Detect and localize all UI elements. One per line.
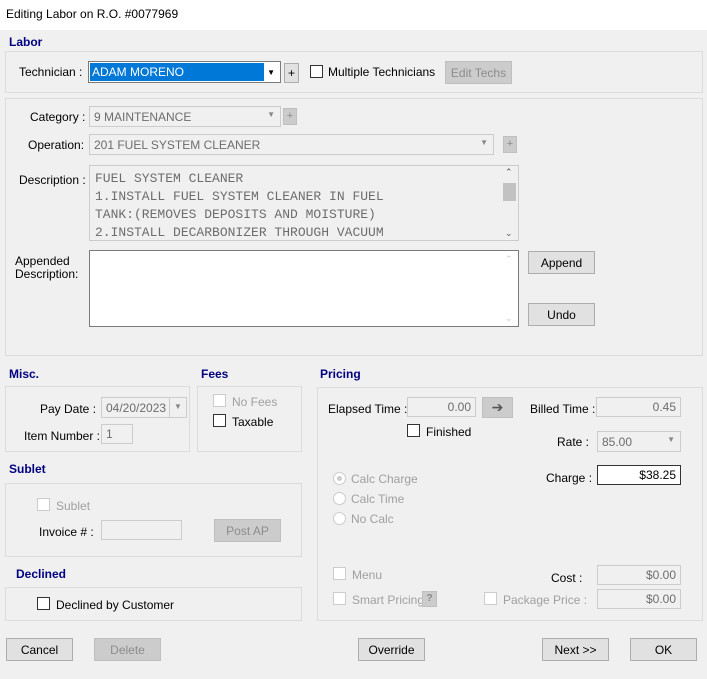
fees-heading: Fees	[201, 367, 229, 381]
description-line: FUEL SYSTEM CLEANER	[95, 171, 244, 186]
finished-label: Finished	[426, 425, 472, 439]
description-textarea[interactable]: FUEL SYSTEM CLEANER 1.INSTALL FUEL SYSTE…	[89, 165, 519, 241]
item-number-field[interactable]: 1	[101, 424, 133, 444]
transfer-time-button[interactable]: ➔	[482, 397, 513, 418]
declined-heading: Declined	[16, 567, 67, 581]
add-category-button[interactable]: +	[283, 108, 297, 125]
chevron-down-icon: ▼	[267, 68, 275, 77]
menu-label: Menu	[352, 568, 383, 582]
category-label: Category :	[30, 110, 86, 124]
taxable-label: Taxable	[232, 415, 274, 429]
window-title: Editing Labor on R.O. #0077969	[0, 0, 707, 30]
invoice-field[interactable]	[101, 520, 182, 540]
no-fees-checkbox[interactable]	[213, 394, 226, 407]
menu-checkbox[interactable]	[333, 567, 346, 580]
add-operation-button[interactable]: +	[503, 136, 517, 153]
arrow-right-icon: ➔	[491, 399, 504, 415]
rate-select[interactable]: 85.00 ▼	[597, 431, 681, 452]
calc-time-label: Calc Time	[351, 492, 405, 506]
operation-value: 201 FUEL SYSTEM CLEANER	[94, 138, 261, 152]
pay-date-value: 04/20/2023	[106, 401, 167, 415]
calendar-dropdown-icon: ▼	[169, 398, 186, 417]
category-value: 9 MAINTENANCE	[94, 110, 192, 124]
no-calc-label: No Calc	[351, 512, 394, 526]
declined-by-customer-checkbox[interactable]	[37, 597, 50, 610]
chevron-down-icon: ▼	[667, 435, 675, 444]
pay-date-picker[interactable]: 04/20/2023 ▼	[101, 397, 187, 418]
technician-value: ADAM MORENO	[90, 63, 264, 81]
cost-field[interactable]: $0.00	[597, 565, 681, 585]
edit-techs-button[interactable]: Edit Techs	[445, 61, 512, 84]
smart-pricing-label: Smart Pricing	[352, 593, 425, 607]
technician-select[interactable]: ADAM MORENO ▼	[88, 61, 281, 83]
misc-heading: Misc.	[9, 367, 40, 381]
package-price-field[interactable]: $0.00	[597, 589, 681, 609]
ok-button[interactable]: OK	[630, 638, 697, 661]
description-line: 1.INSTALL FUEL SYSTEM CLEANER IN FUEL	[95, 189, 384, 204]
charge-label: Charge :	[546, 471, 593, 485]
description-line: 2.INSTALL DECARBONIZER THROUGH VACUUM	[95, 225, 384, 240]
calc-time-radio[interactable]	[333, 492, 346, 505]
no-fees-label: No Fees	[232, 395, 278, 409]
operation-select[interactable]: 201 FUEL SYSTEM CLEANER ▼	[89, 134, 494, 155]
sublet-label: Sublet	[56, 499, 91, 513]
delete-button[interactable]: Delete	[94, 638, 161, 661]
declined-by-customer-label: Declined by Customer	[56, 598, 175, 612]
description-line: TANK:(REMOVES DEPOSITS AND MOISTURE)	[95, 207, 376, 222]
help-icon[interactable]: ?	[422, 591, 437, 607]
undo-button[interactable]: Undo	[528, 303, 595, 326]
chevron-down-icon: ▼	[267, 110, 275, 119]
invoice-label: Invoice # :	[39, 525, 94, 539]
chevron-down-icon: ▼	[480, 138, 488, 147]
item-number-label: Item Number :	[24, 429, 101, 443]
operation-label: Operation:	[28, 138, 85, 152]
rate-label: Rate :	[557, 435, 590, 449]
appended-description-textarea[interactable]: ⌃ ⌄	[89, 250, 519, 327]
rate-value: 85.00	[602, 435, 633, 449]
cancel-button[interactable]: Cancel	[6, 638, 73, 661]
description-scrollbar[interactable]: ⌄ ⌃	[501, 166, 518, 240]
description-label: Description :	[19, 173, 86, 187]
smart-pricing-checkbox[interactable]	[333, 592, 346, 605]
technician-label: Technician :	[19, 65, 83, 79]
calc-charge-radio[interactable]	[333, 472, 346, 485]
next-button[interactable]: Next >>	[542, 638, 609, 661]
calc-charge-label: Calc Charge	[351, 472, 418, 486]
elapsed-time-field[interactable]: 0.00	[407, 397, 476, 417]
billed-time-label: Billed Time :	[530, 402, 596, 416]
multiple-technicians-checkbox[interactable]	[310, 65, 323, 78]
add-technician-button[interactable]: +	[284, 63, 299, 83]
billed-time-field[interactable]: 0.45	[596, 397, 681, 417]
package-price-checkbox[interactable]	[484, 592, 497, 605]
appended-description-label: Appended Description:	[15, 254, 79, 281]
labor-heading: Labor	[9, 35, 43, 49]
multiple-technicians-label: Multiple Technicians	[328, 65, 436, 79]
package-price-label: Package Price :	[503, 593, 588, 607]
cost-label: Cost :	[551, 571, 583, 585]
taxable-checkbox[interactable]	[213, 414, 226, 427]
override-button[interactable]: Override	[358, 638, 425, 661]
pricing-heading: Pricing	[320, 367, 361, 381]
finished-checkbox[interactable]	[407, 424, 420, 437]
no-calc-radio[interactable]	[333, 512, 346, 525]
sublet-checkbox[interactable]	[37, 498, 50, 511]
appended-scrollbar[interactable]: ⌃ ⌄	[501, 251, 518, 326]
charge-field[interactable]: $38.25	[597, 465, 681, 485]
sublet-heading: Sublet	[9, 462, 46, 476]
elapsed-time-label: Elapsed Time :	[328, 402, 408, 416]
category-select[interactable]: 9 MAINTENANCE ▼	[89, 106, 281, 127]
append-button[interactable]: Append	[528, 251, 595, 274]
pay-date-label: Pay Date :	[40, 402, 97, 416]
post-ap-button[interactable]: Post AP	[214, 519, 281, 542]
